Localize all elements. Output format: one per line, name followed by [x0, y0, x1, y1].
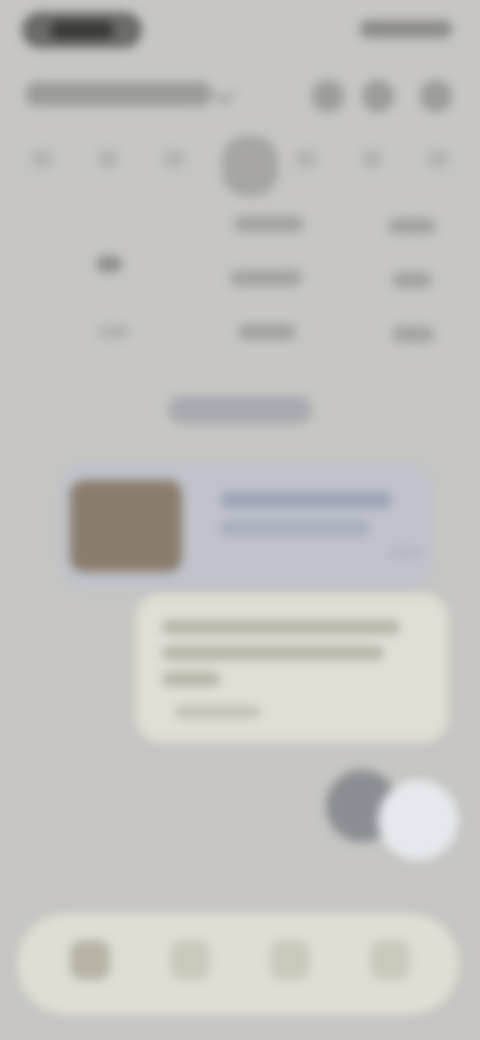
- event-marker[interactable]: [96, 256, 122, 272]
- media-card-subtitle: [220, 520, 370, 536]
- weekday-7[interactable]: [428, 150, 448, 168]
- search-icon[interactable]: [362, 80, 394, 112]
- event-marker[interactable]: [230, 270, 302, 286]
- event-marker[interactable]: [234, 216, 304, 232]
- month-title[interactable]: [26, 82, 211, 106]
- weekday-2[interactable]: [98, 150, 118, 168]
- event-marker[interactable]: [392, 326, 434, 342]
- media-thumbnail: [70, 480, 182, 572]
- weekday-5[interactable]: [296, 150, 316, 168]
- message-meta: [174, 706, 260, 718]
- chevron-down-icon[interactable]: [212, 82, 235, 105]
- weekday-1[interactable]: [32, 150, 52, 168]
- event-marker[interactable]: [98, 326, 130, 338]
- message-bubble[interactable]: [136, 594, 448, 742]
- message-line: [162, 646, 384, 660]
- date-chip[interactable]: [168, 396, 312, 424]
- media-card-title: [220, 492, 392, 508]
- media-card-meta: [388, 548, 422, 558]
- weekday-3[interactable]: [164, 150, 184, 168]
- more-icon[interactable]: [420, 80, 452, 112]
- status-time-pill: [22, 12, 142, 48]
- message-line: [162, 620, 400, 634]
- event-marker[interactable]: [238, 324, 296, 340]
- weekday-6[interactable]: [362, 150, 382, 168]
- event-marker[interactable]: [392, 272, 432, 288]
- add-icon[interactable]: [378, 780, 458, 860]
- home-icon[interactable]: [70, 940, 110, 980]
- calendar-icon[interactable]: [170, 940, 210, 980]
- list-icon[interactable]: [270, 940, 310, 980]
- message-line: [162, 672, 220, 686]
- event-marker[interactable]: [388, 218, 436, 234]
- weekday-selected[interactable]: [222, 136, 278, 196]
- calendar-icon[interactable]: [312, 80, 344, 112]
- status-icons: [360, 20, 452, 38]
- profile-icon[interactable]: [370, 940, 410, 980]
